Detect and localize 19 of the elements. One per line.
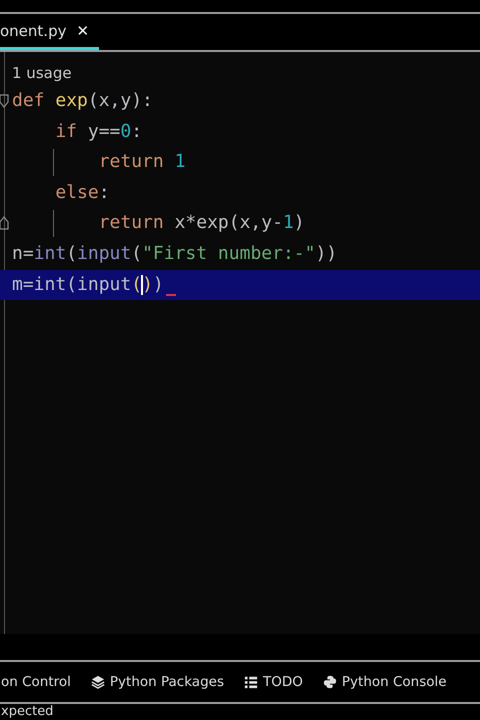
code-line: return x*exp(x,y-1) — [0, 208, 480, 239]
list-icon — [244, 675, 258, 689]
code-line: if y==0: — [54, 120, 144, 144]
code-line: else: — [54, 180, 111, 205]
usage-hint[interactable]: 1 usage — [12, 60, 480, 86]
code-line: n=int(input("First number:-")) — [11, 242, 338, 266]
tool-window-button[interactable]: Python Packages — [90, 674, 224, 690]
tool-window-button[interactable]: on Control — [1, 674, 71, 690]
code-editor[interactable]: 1 usage def exp(x,y): if y==0: return 1 else: return x*exp(x,y-1) n=int(input("First number:-")) m=int(input()) — [0, 52, 480, 634]
fold-icon[interactable] — [0, 216, 9, 230]
code-line: return 1 — [0, 147, 480, 178]
tool-window-button[interactable]: TODO — [244, 674, 303, 690]
python-icon — [322, 675, 337, 689]
close-icon[interactable]: ✕ — [76, 22, 90, 40]
tool-window-button[interactable]: Python Console — [322, 674, 447, 690]
code-line: def exp(x,y): — [0, 86, 480, 117]
status-text: xpected — [0, 704, 54, 720]
layers-icon — [90, 675, 105, 689]
fold-icon[interactable] — [0, 94, 9, 108]
